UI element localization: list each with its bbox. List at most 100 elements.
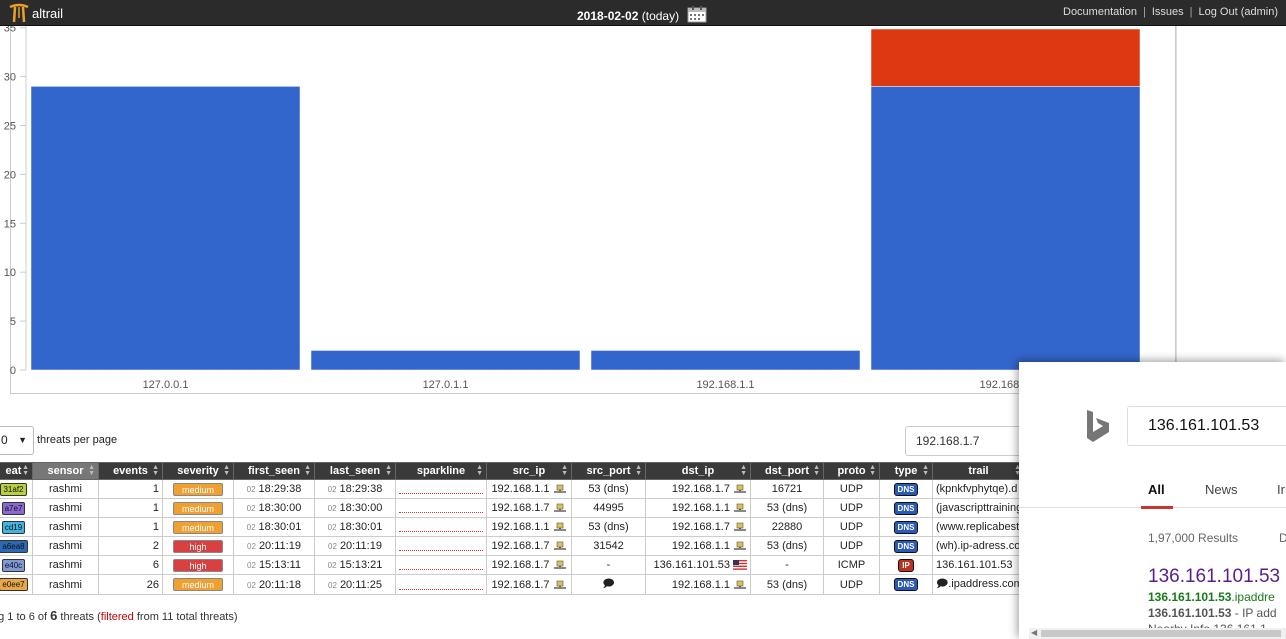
src-ip-cell[interactable]: 192.168.1.1: [486, 517, 572, 537]
column-header-dst_port[interactable]: dst_port ▲ ▼: [750, 462, 824, 480]
trail-cell[interactable]: 🗩.ipaddress.com: [932, 574, 1025, 595]
local-network-icon: [734, 503, 746, 513]
horizontal-scrollbar[interactable]: ◀: [1029, 628, 1286, 639]
dst-ip-cell[interactable]: 192.168.1.1: [645, 498, 751, 518]
per-page-select[interactable]: 0 ▼: [0, 426, 34, 455]
us-flag-icon: [733, 560, 747, 571]
table-row[interactable]: a6ea8 rashmi 2 high 02 20:11:19 02 20:11:19 192.…: [0, 536, 1025, 556]
proto-cell: ICMP: [823, 555, 880, 575]
threat-cell[interactable]: e40c: [0, 555, 33, 575]
local-network-icon: [553, 484, 566, 494]
per-page-label: threats per page: [37, 434, 118, 446]
app-logo[interactable]: altrail: [8, 3, 63, 23]
documentation-link[interactable]: Documentation: [1063, 6, 1137, 18]
bar-192.168.1.7-series-0[interactable]: [870, 86, 1141, 371]
dst-ip-cell[interactable]: 192.168.1.7: [645, 479, 751, 499]
tab-news[interactable]: News: [1205, 482, 1238, 497]
local-network-icon: [553, 503, 566, 513]
src-port-cell: 44995: [571, 498, 646, 518]
tab-all[interactable]: All: [1148, 482, 1165, 497]
threat-cell[interactable]: a6ea8: [0, 536, 33, 556]
column-header-severity[interactable]: severity ▲ ▼: [162, 462, 234, 480]
column-header-eat[interactable]: eat ▲ ▼: [0, 462, 33, 480]
threat-cell[interactable]: cd19: [0, 517, 33, 537]
column-header-first_seen[interactable]: first_seen ▲ ▼: [233, 462, 315, 480]
severity-cell: medium: [162, 479, 234, 499]
src-ip-cell[interactable]: 192.168.1.1: [486, 479, 572, 499]
sparkline-cell: [395, 498, 487, 518]
type-cell: DNS: [879, 517, 933, 537]
last-seen-cell: 02 18:29:38: [314, 479, 396, 499]
src-ip-cell[interactable]: 192.168.1.7: [486, 536, 572, 556]
comment-icon[interactable]: 🗩: [602, 578, 614, 590]
date-suffix: (today): [641, 8, 680, 23]
tab-images[interactable]: Ir: [1277, 482, 1285, 497]
dst-ip-cell[interactable]: 136.161.101.53: [645, 555, 751, 575]
type-badge: DNS: [893, 578, 919, 591]
column-header-proto[interactable]: proto ▲ ▼: [823, 462, 880, 480]
dst-ip-cell[interactable]: 192.168.1.7: [645, 517, 751, 537]
column-header-last_seen[interactable]: last_seen ▲ ▼: [314, 462, 396, 480]
sort-icon: ▲ ▼: [152, 464, 159, 477]
trail-cell[interactable]: (wh).ip-adress.co: [932, 536, 1025, 556]
first-seen-cell: 02 18:30:00: [233, 498, 315, 518]
severity-cell: high: [162, 555, 234, 575]
column-header-src_ip[interactable]: src_ip ▲ ▼: [486, 462, 572, 480]
sparkline: [399, 522, 483, 533]
result-title-link[interactable]: 136.161.101.53: [1148, 566, 1280, 588]
issues-link[interactable]: Issues: [1152, 6, 1184, 18]
proto-cell: UDP: [823, 498, 880, 518]
table-row[interactable]: e40c rashmi 6 high 02 15:13:11 02 15:13:21 192.1…: [0, 555, 1025, 575]
threat-cell[interactable]: a7e7: [0, 498, 33, 518]
table-row[interactable]: 31af2 rashmi 1 medium 02 18:29:38 02 18:29:38 19…: [0, 479, 1025, 499]
calendar-icon[interactable]: [687, 5, 707, 26]
column-header-trail[interactable]: trail ▲ ▼: [932, 462, 1025, 480]
threat-cell[interactable]: e0ee7: [0, 574, 33, 595]
bing-search-input[interactable]: 136.161.101.53: [1127, 406, 1286, 446]
filter-input[interactable]: 192.168.1.7: [905, 426, 1025, 456]
severity-badge: high: [173, 558, 223, 572]
dst-ip-cell[interactable]: 192.168.1.1: [645, 536, 751, 556]
local-network-icon: [553, 522, 566, 532]
bar-192.168.1.7-series-1[interactable]: [870, 28, 1141, 87]
first-seen-cell: 02 20:11:19: [233, 536, 315, 556]
sort-icon: ▲ ▼: [304, 464, 311, 477]
src-ip-cell[interactable]: 192.168.1.7: [486, 498, 572, 518]
events-cell: 6: [98, 555, 163, 575]
dst-ip-cell[interactable]: 192.168.1.1: [645, 574, 751, 595]
src-ip-cell[interactable]: 192.168.1.7: [486, 555, 572, 575]
results-date-filter[interactable]: D: [1279, 531, 1286, 545]
table-row[interactable]: e0ee7 rashmi 26 medium 02 20:11:18 02 20:11:25 1…: [0, 574, 1025, 595]
date-selector[interactable]: 2018-02-02 (today): [577, 5, 707, 26]
x-tick-label: 127.0.1.1: [423, 379, 469, 391]
column-header-events[interactable]: events ▲ ▼: [98, 462, 163, 480]
column-header-sparkline[interactable]: sparkline ▲ ▼: [395, 462, 487, 480]
trail-cell[interactable]: (javascripttraining: [932, 498, 1025, 518]
first-seen-cell: 02 20:11:18: [233, 574, 315, 595]
src-ip-cell[interactable]: 192.168.1.7: [486, 574, 572, 595]
type-cell: DNS: [879, 536, 933, 556]
trail-cell[interactable]: (www.replicabest: [932, 517, 1025, 537]
column-header-dst_ip[interactable]: dst_ip ▲ ▼: [645, 462, 751, 480]
bar-127.0.0.1-series-0[interactable]: [30, 86, 301, 371]
bar-192.168.1.1-series-0[interactable]: [590, 350, 861, 371]
table-info: ng 1 to 6 of 6 threats (filtered from 11…: [0, 608, 238, 623]
logout-link[interactable]: Log Out (admin): [1199, 6, 1278, 18]
sort-icon: ▲ ▼: [385, 464, 392, 477]
type-badge: DNS: [893, 520, 919, 534]
app-name: altrail: [32, 5, 64, 21]
bar-127.0.1.1-series-0[interactable]: [310, 350, 581, 371]
table-row[interactable]: cd19 rashmi 1 medium 02 18:30:01 02 18:30:01 192…: [0, 517, 1025, 537]
threat-cell[interactable]: 31af2: [0, 479, 33, 499]
bing-tabs: All News Ir: [1019, 480, 1286, 509]
column-header-sensor[interactable]: sensor ▲ ▼: [32, 462, 99, 480]
trail-cell[interactable]: 136.161.101.53: [932, 555, 1025, 575]
column-header-src_port[interactable]: src_port ▲ ▼: [571, 462, 646, 480]
type-badge: IP: [898, 558, 914, 572]
bing-logo-icon: [1085, 408, 1111, 447]
severity-badge: medium: [173, 482, 223, 496]
column-header-type[interactable]: type ▲ ▼: [879, 462, 933, 480]
scroll-left-icon[interactable]: ◀: [1031, 628, 1037, 637]
trail-cell[interactable]: (kpnkfvphytqe).d: [932, 479, 1025, 499]
table-row[interactable]: a7e7 rashmi 1 medium 02 18:30:00 02 18:30:00 192…: [0, 498, 1025, 518]
